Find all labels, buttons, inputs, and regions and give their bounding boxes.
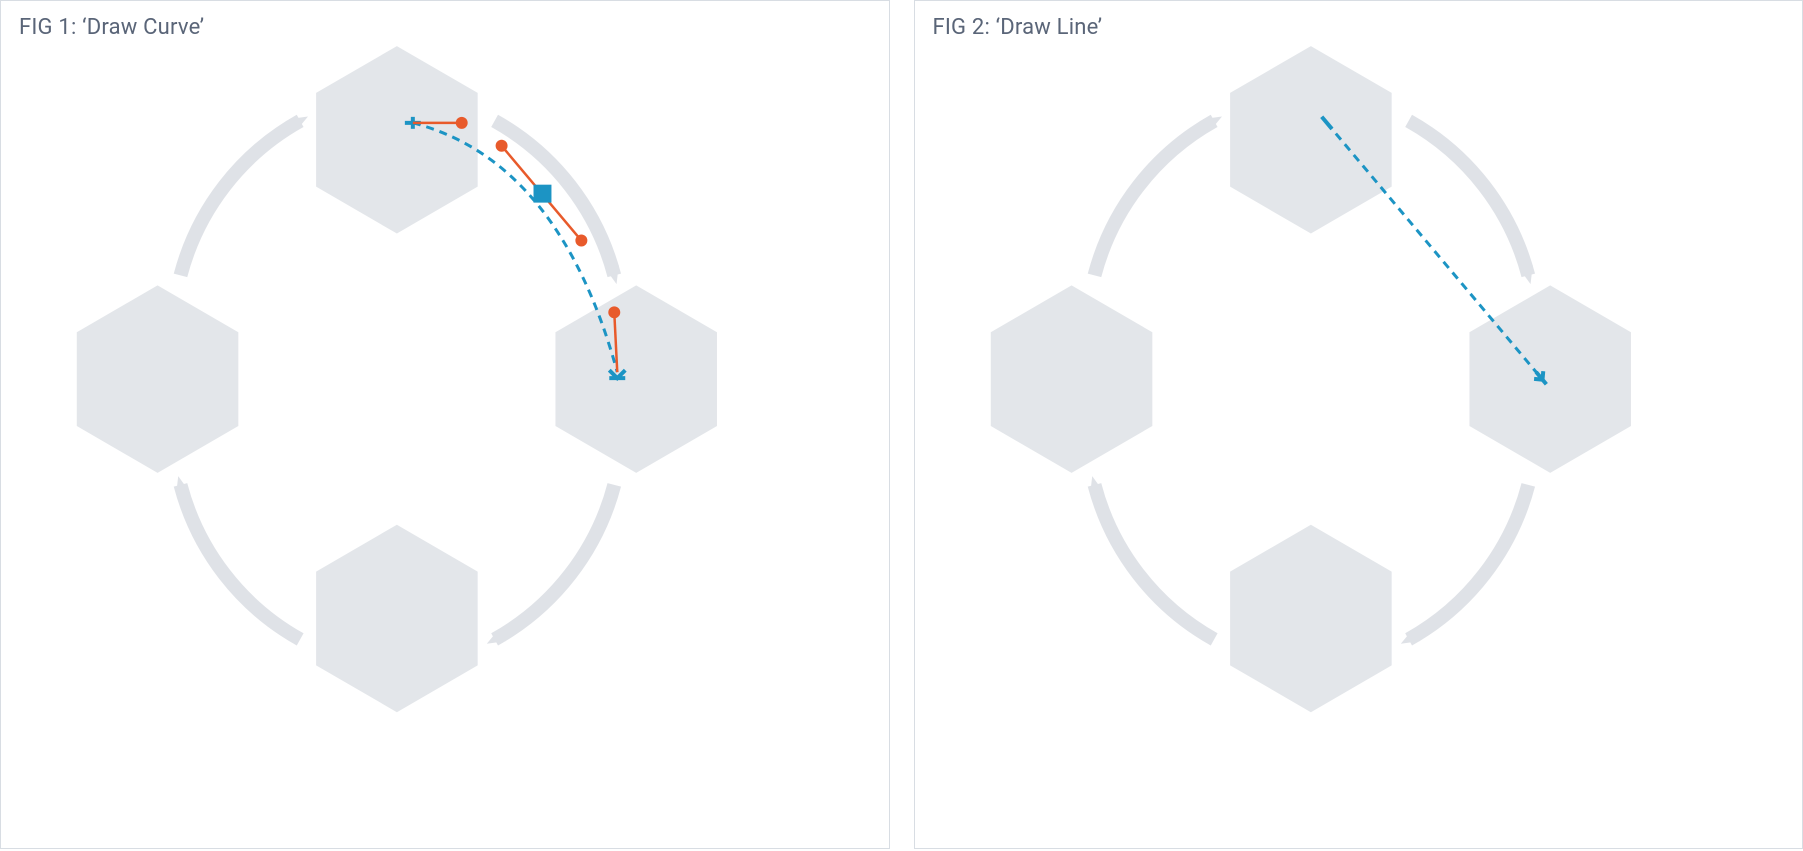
cycle-arrow-top-to-right [1408,121,1528,276]
cycle-arrow-bottom-to-left [180,485,300,640]
hex-top [1230,46,1392,233]
diagram-draw-curve [1,1,889,848]
cycle-arrow-top-to-right [495,121,615,276]
diagram-draw-line [915,1,1803,848]
cycle-arrow-right-to-bottom [495,485,615,640]
hex-left [990,285,1152,472]
hex-left [77,285,239,472]
figure-panel-draw-curve: FIG 1: ‘Draw Curve’ [0,0,890,849]
hex-bottom [1230,525,1392,712]
cycle-arrow-right-to-bottom [1408,485,1528,640]
curve-midpoint-marker[interactable] [534,185,552,203]
hex-top [316,46,478,233]
hex-right [1469,285,1631,472]
cycle-arrow-left-to-top [180,121,300,276]
hex-right [555,285,717,472]
figure-panel-draw-line: FIG 2: ‘Draw Line’ [914,0,1803,849]
cycle-arrow-left-to-top [1094,121,1214,276]
cycle-arrow-bottom-to-left [1094,485,1214,640]
hex-bottom [316,525,478,712]
